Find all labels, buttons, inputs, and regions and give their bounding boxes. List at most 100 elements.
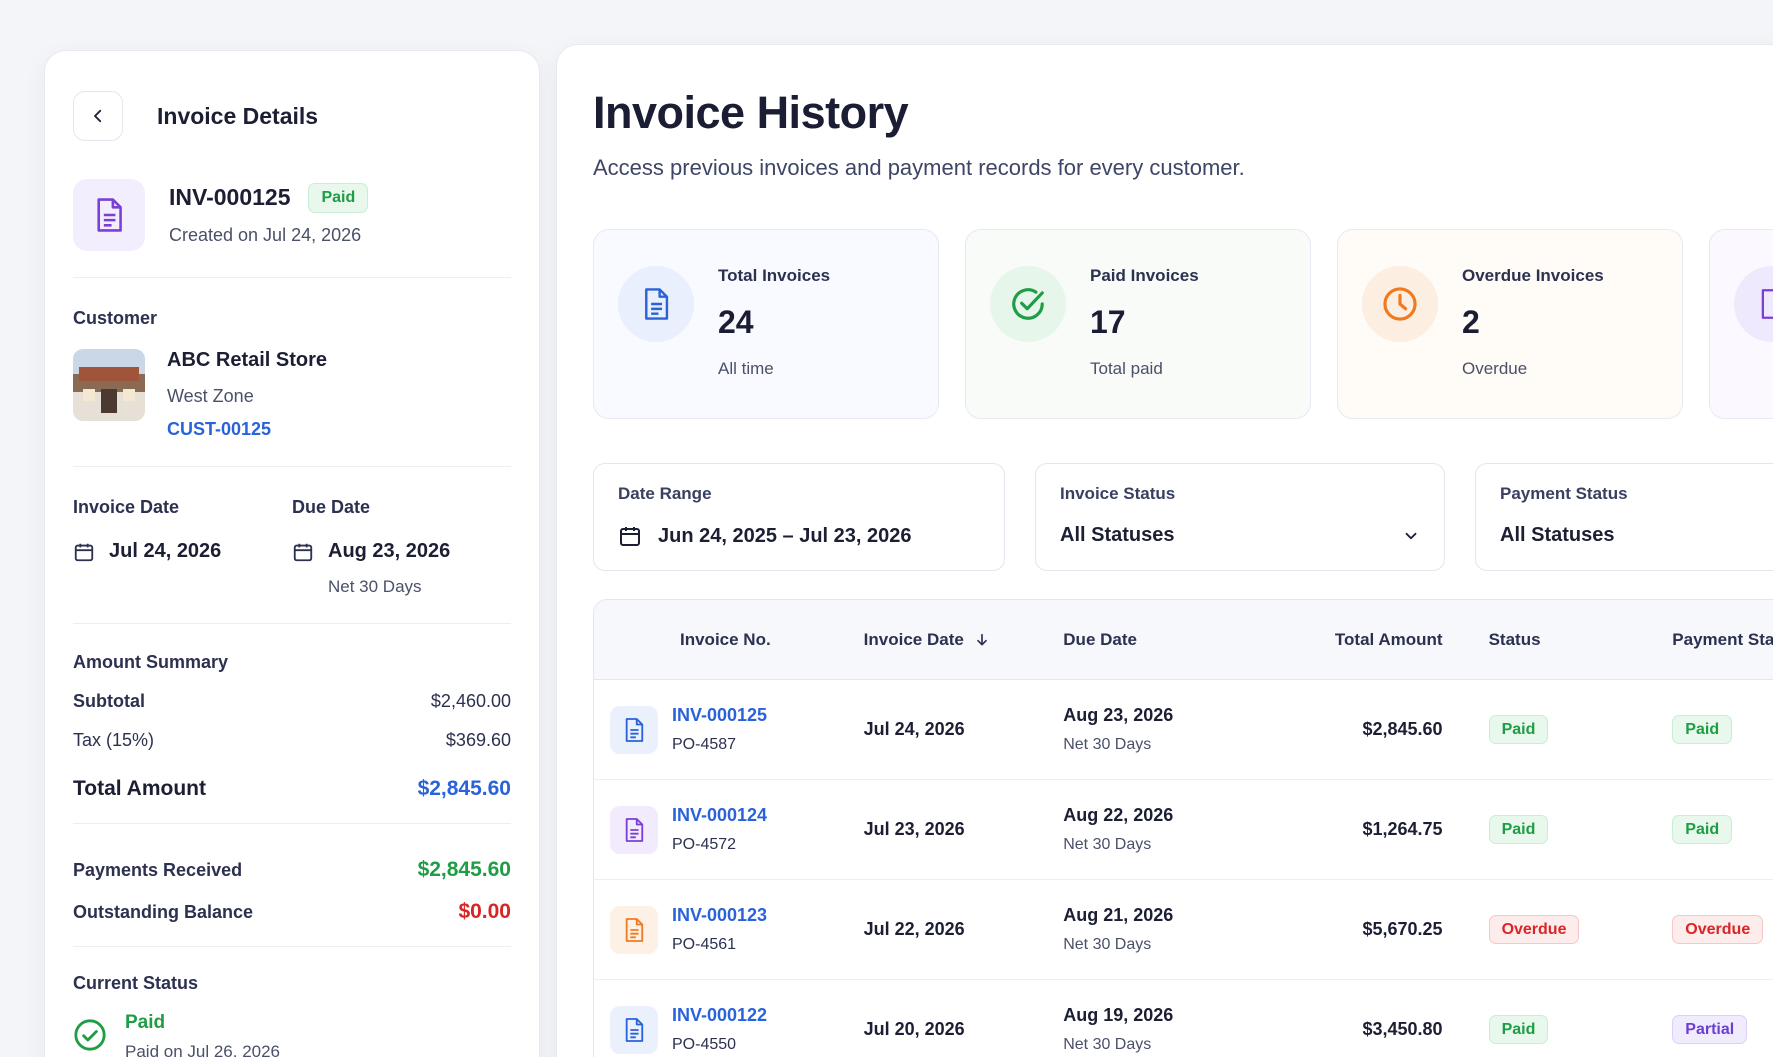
- row-document-tile: [610, 805, 658, 854]
- invoice-link[interactable]: INV-000125: [672, 705, 767, 726]
- stat-value: 2: [1462, 304, 1480, 340]
- row-document-tile: [610, 1005, 658, 1054]
- stat-card-overdue-invoices[interactable]: Overdue Invoices 2 Overdue: [1337, 229, 1683, 419]
- payment-status-select[interactable]: Payment Status All Statuses: [1475, 463, 1773, 571]
- detail-header: Invoice Details: [73, 91, 511, 141]
- document-icon: [625, 1017, 644, 1042]
- po-number: PO-4550: [672, 1036, 737, 1053]
- amount-cell: $3,450.80: [1362, 1019, 1443, 1039]
- stat-value: 17: [1090, 304, 1126, 340]
- payment-status-badge: Paid: [1672, 814, 1733, 845]
- invoice-document-tile: [73, 179, 145, 251]
- amount-cell: $5,670.25: [1362, 919, 1443, 939]
- invoice-details-panel: Invoice Details INV-000125 Paid Created …: [44, 50, 540, 1057]
- invoice-date-cell: Jul 23, 2026: [863, 819, 965, 839]
- current-status-label: Current Status: [73, 973, 199, 993]
- column-header-status[interactable]: Status: [1443, 630, 1643, 650]
- due-date-value: Aug 23, 2026: [328, 540, 451, 562]
- invoice-table: Invoice No. Invoice Date Due Date Total …: [593, 599, 1773, 1057]
- due-date-cell: Aug 21, 2026: [1063, 905, 1174, 925]
- payments-section: Payments Received $2,845.60 Outstanding …: [73, 824, 511, 947]
- created-date: Created on Jul 24, 2026: [169, 224, 362, 245]
- due-terms-cell: Net 30 Days: [1063, 1036, 1152, 1053]
- back-button[interactable]: [73, 91, 123, 141]
- stat-label: Total Invoices: [718, 266, 831, 285]
- payment-status-value: All Statuses: [1500, 524, 1615, 546]
- payments-received-value: $2,845.60: [417, 858, 511, 881]
- outstanding-balance-value: $0.00: [458, 900, 511, 923]
- column-header-label: Invoice Date: [863, 629, 964, 649]
- po-number: PO-4587: [672, 736, 737, 753]
- detail-title: Invoice Details: [157, 102, 319, 129]
- stat-value: 24: [718, 304, 754, 340]
- subtotal-label: Subtotal: [73, 691, 145, 711]
- invoice-status-select[interactable]: Invoice Status All Statuses: [1035, 463, 1445, 571]
- customer-name: ABC Retail Store: [167, 349, 328, 371]
- column-header-invoice-no[interactable]: Invoice No.: [594, 630, 864, 650]
- invoice-link[interactable]: INV-000122: [672, 1005, 767, 1026]
- due-date-cell: Aug 19, 2026: [1063, 1005, 1174, 1025]
- row-document-tile: [610, 905, 658, 954]
- invoice-date-cell: Jul 20, 2026: [863, 1019, 965, 1039]
- customer-photo: [73, 349, 145, 421]
- amount-cell: $1,264.75: [1362, 819, 1443, 839]
- status-badge: Paid: [1488, 814, 1549, 845]
- due-terms-cell: Net 30 Days: [1063, 836, 1152, 853]
- status-badge: Overdue: [1488, 914, 1580, 945]
- stat-card-total-invoices[interactable]: Total Invoices 24 All time: [593, 229, 939, 419]
- invoice-link[interactable]: INV-000123: [672, 905, 767, 926]
- customer-zone: West Zone: [167, 386, 254, 406]
- subtotal-value: $2,460.00: [430, 691, 511, 711]
- due-terms-cell: Net 30 Days: [1063, 936, 1152, 953]
- page-title: Invoice History: [593, 87, 909, 138]
- filter-label: Payment Status: [1500, 484, 1628, 503]
- due-terms: Net 30 Days: [328, 577, 422, 596]
- stat-icon-wrap: [990, 266, 1066, 342]
- payment-status-badge: Partial: [1672, 1014, 1748, 1045]
- column-header-invoice-date[interactable]: Invoice Date: [864, 630, 1064, 650]
- filter-label: Date Range: [618, 484, 712, 503]
- table-row[interactable]: INV-000125 PO-4587 Jul 24, 2026 Aug 23, …: [594, 680, 1773, 780]
- filter-label: Invoice Status: [1060, 484, 1176, 503]
- column-header-due-date[interactable]: Due Date: [1063, 630, 1273, 650]
- stat-icon-wrap: [1734, 266, 1773, 342]
- total-amount-value: $2,845.60: [417, 777, 511, 800]
- clock-icon: [1383, 287, 1417, 321]
- stat-sub: All time: [718, 359, 774, 378]
- document-icon: [645, 288, 669, 320]
- customer-id-link[interactable]: CUST-00125: [167, 419, 327, 440]
- outstanding-balance-label: Outstanding Balance: [73, 901, 254, 922]
- table-row[interactable]: INV-000122 PO-4550 Jul 20, 2026 Aug 19, …: [594, 980, 1773, 1057]
- customer-section: Customer ABC Retail Store West Zone CUST…: [73, 278, 511, 467]
- date-range-filter[interactable]: Date Range Jun 24, 2025 – Jul 23, 2026: [593, 463, 1005, 571]
- current-status-date: Paid on Jul 26, 2026: [125, 1042, 281, 1057]
- column-header-payment-status[interactable]: Payment Sta: [1642, 630, 1773, 650]
- table-row[interactable]: INV-000123 PO-4561 Jul 22, 2026 Aug 21, …: [594, 880, 1773, 980]
- invoice-history-panel: Invoice History Access previous invoices…: [556, 44, 1773, 1057]
- stat-card-paid-invoices[interactable]: Paid Invoices 17 Total paid: [965, 229, 1311, 419]
- document-icon: [625, 717, 644, 742]
- stat-icon-wrap: [618, 266, 694, 342]
- filters-row: Date Range Jun 24, 2025 – Jul 23, 2026 I…: [593, 463, 1773, 571]
- invoice-link[interactable]: INV-000124: [672, 805, 767, 826]
- invoice-status-value: All Statuses: [1060, 524, 1175, 546]
- status-badge: Paid: [308, 183, 369, 213]
- dates-section: Invoice Date Jul 24, 2026 Due Date Aug 2…: [73, 467, 511, 624]
- document-icon: [97, 198, 122, 232]
- total-amount-label: Total Amount: [73, 777, 206, 800]
- table-row[interactable]: INV-000124 PO-4572 Jul 23, 2026 Aug 22, …: [594, 780, 1773, 880]
- amount-summary: Amount Summary Subtotal $2,460.00 Tax (1…: [73, 624, 511, 824]
- tax-label: Tax (15%): [73, 730, 155, 750]
- calendar-icon: [293, 543, 313, 561]
- due-terms-cell: Net 30 Days: [1063, 736, 1152, 753]
- status-badge: Paid: [1488, 1014, 1549, 1045]
- column-header-total-amount[interactable]: Total Amount: [1273, 630, 1443, 650]
- status-badge: Paid: [1488, 714, 1549, 745]
- stat-sub: Total paid: [1090, 359, 1163, 378]
- stat-card-partial[interactable]: [1709, 229, 1773, 419]
- row-document-tile: [610, 705, 658, 754]
- payment-status-badge: Paid: [1672, 714, 1733, 745]
- invoice-date-cell: Jul 24, 2026: [863, 719, 965, 739]
- payment-status-badge: Overdue: [1672, 914, 1764, 945]
- check-circle-icon: [74, 1019, 106, 1051]
